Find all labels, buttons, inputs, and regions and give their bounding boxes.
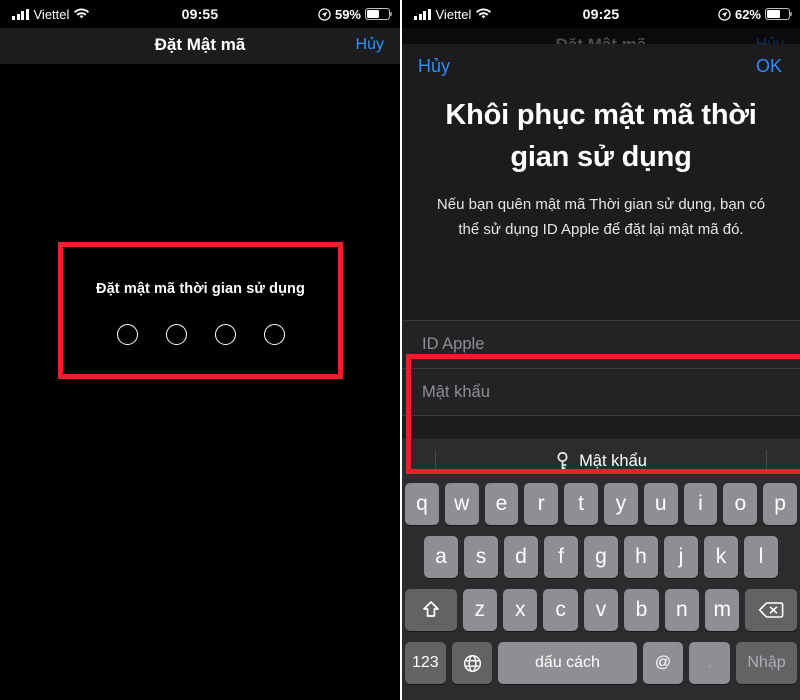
passcode-entry: Đặt mật mã thời gian sử dụng xyxy=(63,281,338,345)
key-b[interactable]: b xyxy=(624,589,659,631)
key-q[interactable]: q xyxy=(405,483,439,525)
autofill-divider-right xyxy=(766,450,767,472)
page-title: Đặt Mật mã xyxy=(154,35,246,54)
key-h[interactable]: h xyxy=(624,536,658,578)
key-i[interactable]: i xyxy=(683,483,718,525)
keyboard-row-3: z x c v b n m xyxy=(402,589,800,631)
key-t[interactable]: t xyxy=(564,483,598,525)
numbers-mode-key[interactable]: 123 xyxy=(405,642,446,684)
left-content-area: Đặt mật mã thời gian sử dụng xyxy=(0,64,400,700)
keyboard-row-4: 123 dấu cách @ . Nhập xyxy=(402,642,800,684)
autofill-password-label: Mật khẩu xyxy=(579,451,647,470)
location-arrow-icon xyxy=(318,7,331,21)
key-w[interactable]: w xyxy=(444,483,479,525)
key-u[interactable]: u xyxy=(643,483,678,525)
globe-icon[interactable] xyxy=(451,642,493,684)
delete-backward-icon[interactable] xyxy=(745,589,798,631)
key-j[interactable]: j xyxy=(664,536,698,578)
passcode-prompt-label: Đặt mật mã thời gian sử dụng xyxy=(96,281,305,297)
password-input[interactable]: Mật khẩu xyxy=(402,368,800,415)
passcode-dot xyxy=(263,324,285,345)
recover-passcode-sheet: Hủy OK Khôi phục mật mã thời gian sử dụn… xyxy=(402,44,800,700)
shift-up-arrow-icon[interactable] xyxy=(404,589,457,631)
battery-icon xyxy=(765,8,793,20)
passcode-dot xyxy=(116,324,138,345)
key-d[interactable]: d xyxy=(504,536,538,578)
sheet-cancel-button[interactable]: Hủy xyxy=(418,56,450,77)
key-x[interactable]: x xyxy=(502,589,538,631)
key-v[interactable]: v xyxy=(583,589,619,631)
key-g[interactable]: g xyxy=(584,536,618,578)
period-key[interactable]: . xyxy=(689,642,730,684)
apple-id-input[interactable]: ID Apple xyxy=(402,321,800,368)
key-icon xyxy=(555,451,570,471)
key-c[interactable]: c xyxy=(543,589,578,631)
key-l[interactable]: l xyxy=(744,536,778,578)
autofill-suggestion-bar[interactable]: Mật khẩu xyxy=(402,439,800,483)
right-status-bar: Viettel 09:25 62% xyxy=(402,0,800,28)
key-a[interactable]: a xyxy=(424,536,458,578)
at-key[interactable]: @ xyxy=(642,642,684,684)
battery-percent-label: 59% xyxy=(334,6,361,22)
sheet-ok-button[interactable]: OK xyxy=(756,56,782,77)
battery-icon xyxy=(365,8,393,20)
key-p[interactable]: p xyxy=(763,483,797,525)
passcode-dot xyxy=(214,324,236,345)
onscreen-keyboard: Mật khẩu q w e r t y u i o p a s d f g h… xyxy=(402,439,800,700)
key-k[interactable]: k xyxy=(704,536,738,578)
right-phone-screen: Viettel 09:25 62% Đặt Mật mã Hủy Hủy OK xyxy=(400,0,800,700)
status-right-group: 62% xyxy=(718,6,793,22)
passcode-highlight-box: Đặt mật mã thời gian sử dụng xyxy=(58,242,343,379)
sheet-title: Khôi phục mật mã thời gian sử dụng xyxy=(445,99,757,173)
key-f[interactable]: f xyxy=(544,536,578,578)
key-n[interactable]: n xyxy=(664,589,700,631)
passcode-dots[interactable] xyxy=(63,324,338,345)
key-o[interactable]: o xyxy=(723,483,758,525)
passcode-dot xyxy=(165,324,187,345)
key-s[interactable]: s xyxy=(464,536,498,578)
sheet-header: Hủy OK xyxy=(402,44,800,90)
cancel-button[interactable]: Hủy xyxy=(356,36,384,54)
location-arrow-icon xyxy=(718,7,731,21)
key-r[interactable]: r xyxy=(524,483,559,525)
left-nav-bar: Đặt Mật mã Hủy xyxy=(0,28,400,64)
screenshot-stage: Viettel 09:55 59% Đặt Mật mã Hủy Đặt mật… xyxy=(0,0,800,700)
left-status-bar: Viettel 09:55 59% xyxy=(0,0,400,28)
status-right-group: 59% xyxy=(318,6,393,22)
credentials-field-group: ID Apple Mật khẩu xyxy=(402,320,800,416)
key-e[interactable]: e xyxy=(484,483,519,525)
key-y[interactable]: y xyxy=(604,483,638,525)
key-m[interactable]: m xyxy=(705,589,740,631)
key-z[interactable]: z xyxy=(462,589,497,631)
return-key[interactable]: Nhập xyxy=(735,642,797,684)
sheet-description: Nếu bạn quên mật mã Thời gian sử dụng, b… xyxy=(436,196,766,238)
keyboard-row-2: a s d f g h j k l xyxy=(402,536,800,578)
battery-percent-label: 62% xyxy=(734,6,761,22)
autofill-divider-left xyxy=(435,450,436,472)
space-key[interactable]: dấu cách xyxy=(498,642,637,684)
keyboard-row-1: q w e r t y u i o p xyxy=(402,483,800,525)
left-phone-screen: Viettel 09:55 59% Đặt Mật mã Hủy Đặt mật… xyxy=(0,0,400,700)
credentials-form: ID Apple Mật khẩu xyxy=(402,320,800,416)
